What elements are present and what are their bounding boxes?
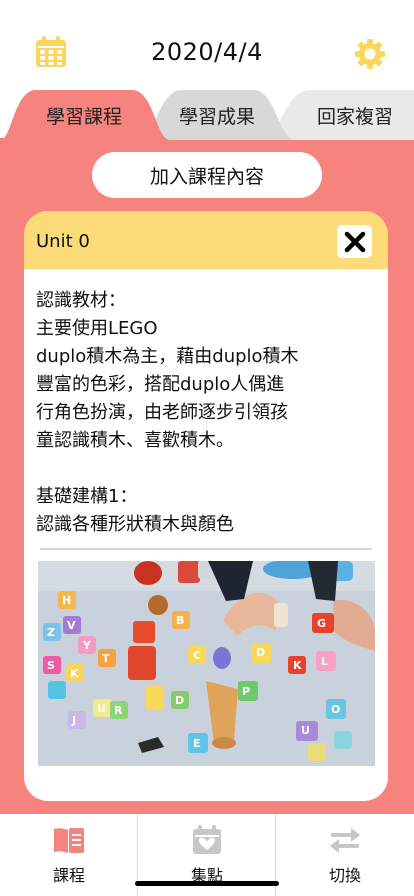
tab-label: 回家複習	[316, 105, 393, 128]
svg-text:U: U	[301, 724, 310, 737]
svg-text:T: T	[102, 652, 110, 665]
svg-text:K: K	[70, 667, 79, 680]
gear-icon[interactable]	[354, 38, 386, 70]
svg-text:R: R	[114, 704, 123, 717]
divider	[40, 548, 372, 550]
close-button[interactable]	[337, 225, 372, 258]
svg-text:L: L	[321, 655, 328, 668]
card-header: Unit 0	[24, 211, 388, 269]
nav-label: 切換	[328, 866, 361, 885]
main-content: 加入課程內容 Unit 0 認識教材： 主要使用LEGO duplo積木為主，藉…	[0, 138, 414, 814]
tab-bar: 回家複習 學習成果 學習課程	[0, 90, 414, 140]
svg-text:Y: Y	[82, 639, 92, 652]
nav-item-switch[interactable]: 切換	[276, 814, 414, 896]
svg-text:U: U	[97, 702, 106, 715]
nav-label: 課程	[52, 866, 85, 885]
tab-label: 學習成果	[178, 105, 255, 128]
unit-title: Unit 0	[36, 231, 90, 252]
lego-blocks-photo: H Z V Y S K T B C D D P G L K O U E R U	[38, 561, 375, 766]
current-date: 2020/4/4	[151, 38, 263, 66]
calendar-heart-icon	[193, 825, 221, 854]
svg-text:C: C	[193, 649, 201, 662]
nav-item-courses[interactable]: 課程	[0, 814, 138, 896]
tab-label: 學習課程	[45, 105, 122, 128]
svg-text:J: J	[71, 714, 76, 727]
svg-text:D: D	[175, 694, 184, 707]
svg-text:S: S	[47, 659, 55, 672]
app-header: 2020/4/4	[0, 0, 414, 92]
svg-text:B: B	[176, 614, 184, 627]
course-card: Unit 0 認識教材： 主要使用LEGO duplo積木為主，藉由duplo積…	[24, 211, 388, 801]
svg-text:H: H	[62, 594, 71, 607]
svg-text:D: D	[256, 646, 265, 659]
book-icon	[54, 828, 84, 853]
swap-arrows-icon	[330, 828, 360, 853]
svg-text:K: K	[293, 659, 302, 672]
svg-text:E: E	[193, 737, 201, 750]
svg-text:O: O	[331, 703, 340, 716]
svg-text:G: G	[317, 617, 326, 630]
svg-text:Z: Z	[47, 626, 55, 639]
home-indicator[interactable]	[135, 881, 279, 886]
svg-text:V: V	[67, 619, 76, 632]
add-course-content-button[interactable]: 加入課程內容	[92, 152, 322, 198]
svg-text:P: P	[242, 685, 250, 698]
course-description: 認識教材： 主要使用LEGO duplo積木為主，藉由duplo積木 豐富的色彩…	[36, 290, 299, 535]
close-icon	[344, 231, 365, 252]
tab-learning-courses[interactable]: 學習課程	[0, 90, 170, 140]
